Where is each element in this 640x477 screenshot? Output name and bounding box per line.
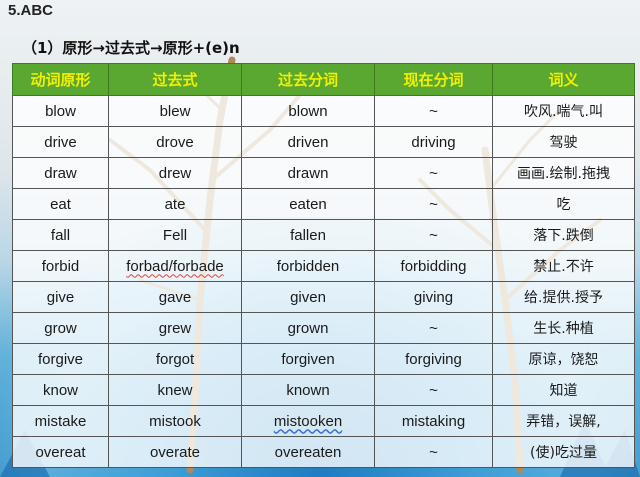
cell-past-participle: known [241,374,375,406]
spellcheck-text: mistooken [273,412,343,430]
table-row: forgive forgot forgiven forgiving 原谅，饶恕 [12,343,635,375]
cell-meaning: 吃 [492,188,635,220]
cell-past-participle: forgiven [241,343,375,375]
cell-past-tense: drew [108,157,242,189]
table-row: eat ate eaten ~ 吃 [12,188,635,220]
cell-present-participle: ~ [374,157,493,189]
cell-past-participle: given [241,281,375,313]
cell-past-participle: blown [241,95,375,127]
table-row: overeat overate overeaten ~ (使)吃过量 [12,436,635,468]
cell-present-participle: ~ [374,312,493,344]
table-row: forbid forbad/forbade forbidden forbiddi… [12,250,635,282]
cell-past-tense: overate [108,436,242,468]
table-row: blow blew blown ~ 吹风.喘气.叫 [12,95,635,127]
cell-past-tense: forgot [108,343,242,375]
cell-present-participle: mistaking [374,405,493,437]
table-row: draw drew drawn ~ 画画.绘制.拖拽 [12,157,635,189]
cell-past-tense: Fell [108,219,242,251]
cell-meaning: 生长.种植 [492,312,635,344]
table-row: drive drove driven driving 驾驶 [12,126,635,158]
section-heading: 5.ABC [8,2,54,19]
irregular-verbs-table: 动词原形 过去式 过去分词 现在分词 词义 blow blew blown ~ … [12,63,635,468]
cell-meaning: 给.提供.授予 [492,281,635,313]
table-row: grow grew grown ~ 生长.种植 [12,312,635,344]
cell-base-form: give [12,281,109,313]
column-header-past-participle: 过去分词 [241,63,375,96]
cell-base-form: drive [12,126,109,158]
cell-base-form: mistake [12,405,109,437]
cell-past-tense: drove [108,126,242,158]
cell-present-participle: ~ [374,95,493,127]
cell-past-tense: ate [108,188,242,220]
cell-meaning: 画画.绘制.拖拽 [492,157,635,189]
cell-base-form: draw [12,157,109,189]
cell-base-form: eat [12,188,109,220]
cell-past-tense: mistook [108,405,242,437]
cell-meaning: 吹风.喘气.叫 [492,95,635,127]
cell-meaning: 弄错，误解, [492,405,635,437]
cell-present-participle: driving [374,126,493,158]
cell-base-form: grow [12,312,109,344]
cell-present-participle: ~ [374,374,493,406]
column-header-past-tense: 过去式 [108,63,242,96]
cell-meaning: (使)吃过量 [492,436,635,468]
cell-past-participle: overeaten [241,436,375,468]
cell-past-participle: eaten [241,188,375,220]
cell-present-participle: ~ [374,219,493,251]
cell-base-form: know [12,374,109,406]
cell-meaning: 知道 [492,374,635,406]
cell-past-tense: grew [108,312,242,344]
cell-present-participle: giving [374,281,493,313]
cell-present-participle: ~ [374,188,493,220]
table-row: fall Fell fallen ~ 落下.跌倒 [12,219,635,251]
cell-past-tense: blew [108,95,242,127]
cell-past-tense: gave [108,281,242,313]
cell-past-participle: forbidden [241,250,375,282]
cell-base-form: overeat [12,436,109,468]
table-header-row: 动词原形 过去式 过去分词 现在分词 词义 [12,63,635,96]
subsection-heading: （1）原形→过去式→原形+(e)n [22,39,240,57]
table-row: know knew known ~ 知道 [12,374,635,406]
cell-past-participle: mistooken [241,405,375,437]
spellcheck-text: forbad/forbade [126,257,224,275]
table-row: mistake mistook mistooken mistaking 弄错，误… [12,405,635,437]
cell-present-participle: forbidding [374,250,493,282]
cell-past-participle: drawn [241,157,375,189]
cell-present-participle: ~ [374,436,493,468]
cell-past-participle: driven [241,126,375,158]
cell-meaning: 禁止.不许 [492,250,635,282]
table-row: give gave given giving 给.提供.授予 [12,281,635,313]
cell-base-form: forgive [12,343,109,375]
column-header-meaning: 词义 [492,63,635,96]
cell-meaning: 驾驶 [492,126,635,158]
cell-base-form: forbid [12,250,109,282]
cell-past-participle: grown [241,312,375,344]
cell-meaning: 原谅，饶恕 [492,343,635,375]
cell-past-participle: fallen [241,219,375,251]
cell-base-form: fall [12,219,109,251]
cell-past-tense: forbad/forbade [108,250,242,282]
cell-present-participle: forgiving [374,343,493,375]
cell-past-tense: knew [108,374,242,406]
cell-base-form: blow [12,95,109,127]
column-header-base-form: 动词原形 [12,63,109,96]
column-header-present-participle: 现在分词 [374,63,493,96]
cell-meaning: 落下.跌倒 [492,219,635,251]
